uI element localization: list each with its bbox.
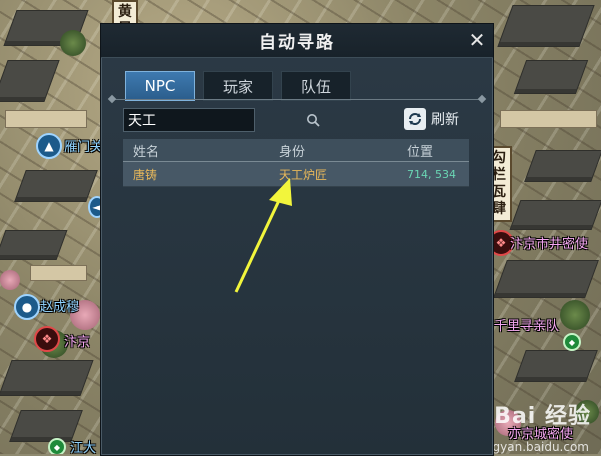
table-header: 姓名 身份 位置 <box>123 139 469 162</box>
hostile-marker-icon[interactable]: ❖ <box>34 326 60 352</box>
map-label-gate[interactable]: 雁门关 <box>64 136 103 155</box>
tab-divider <box>113 99 481 100</box>
header-position: 位置 <box>407 144 434 160</box>
refresh-button[interactable]: 刷新 <box>404 108 459 130</box>
map-label-bottom-left[interactable]: 江大 <box>70 437 96 454</box>
npc-table: 姓名 身份 位置 唐铸 天工炉匠 714, 534 <box>123 139 469 187</box>
person-marker-icon[interactable]: ● <box>14 294 40 320</box>
search-icon[interactable] <box>306 110 320 130</box>
tab-team[interactable]: 队伍 <box>281 71 351 101</box>
refresh-icon[interactable] <box>404 108 426 130</box>
tab-npc[interactable]: NPC <box>125 71 195 101</box>
tab-bar: NPC 玩家 队伍 <box>125 71 351 101</box>
map-label-right-mid[interactable]: 千里寻亲队 <box>494 315 559 334</box>
header-name: 姓名 <box>133 144 160 160</box>
search-input[interactable] <box>124 110 306 130</box>
map-label-right-top[interactable]: 汴京市井密使 <box>510 233 588 252</box>
dialog-title: 自动寻路 <box>259 33 335 53</box>
table-row[interactable]: 唐铸 天工炉匠 714, 534 <box>123 162 469 187</box>
watermark-url: jingyan.baidu.com <box>478 440 589 454</box>
gate-marker-icon[interactable]: ▲ <box>36 133 62 159</box>
refresh-label: 刷新 <box>431 112 459 128</box>
poi-marker-right-icon[interactable]: ◆ <box>563 333 581 351</box>
map-label-left[interactable]: 汴京 <box>64 331 90 350</box>
tab-players[interactable]: 玩家 <box>203 71 273 101</box>
dialog-titlebar[interactable]: 自动寻路 ✕ <box>101 24 493 58</box>
close-icon[interactable]: ✕ <box>467 30 487 50</box>
row-role: 天工炉匠 <box>279 167 328 182</box>
header-role: 身份 <box>279 144 306 160</box>
watermark-logo: Bai 经验 <box>494 404 591 429</box>
row-name: 唐铸 <box>133 167 158 182</box>
poi-marker-icon[interactable]: ◆ <box>48 438 66 454</box>
search-box[interactable] <box>123 108 320 132</box>
auto-pathfinding-dialog: 自动寻路 ✕ NPC 玩家 队伍 刷新 姓名 身份 <box>100 23 494 456</box>
row-position: 714, 534 <box>407 167 456 181</box>
map-label-person[interactable]: 赵成穆 <box>40 296 79 315</box>
